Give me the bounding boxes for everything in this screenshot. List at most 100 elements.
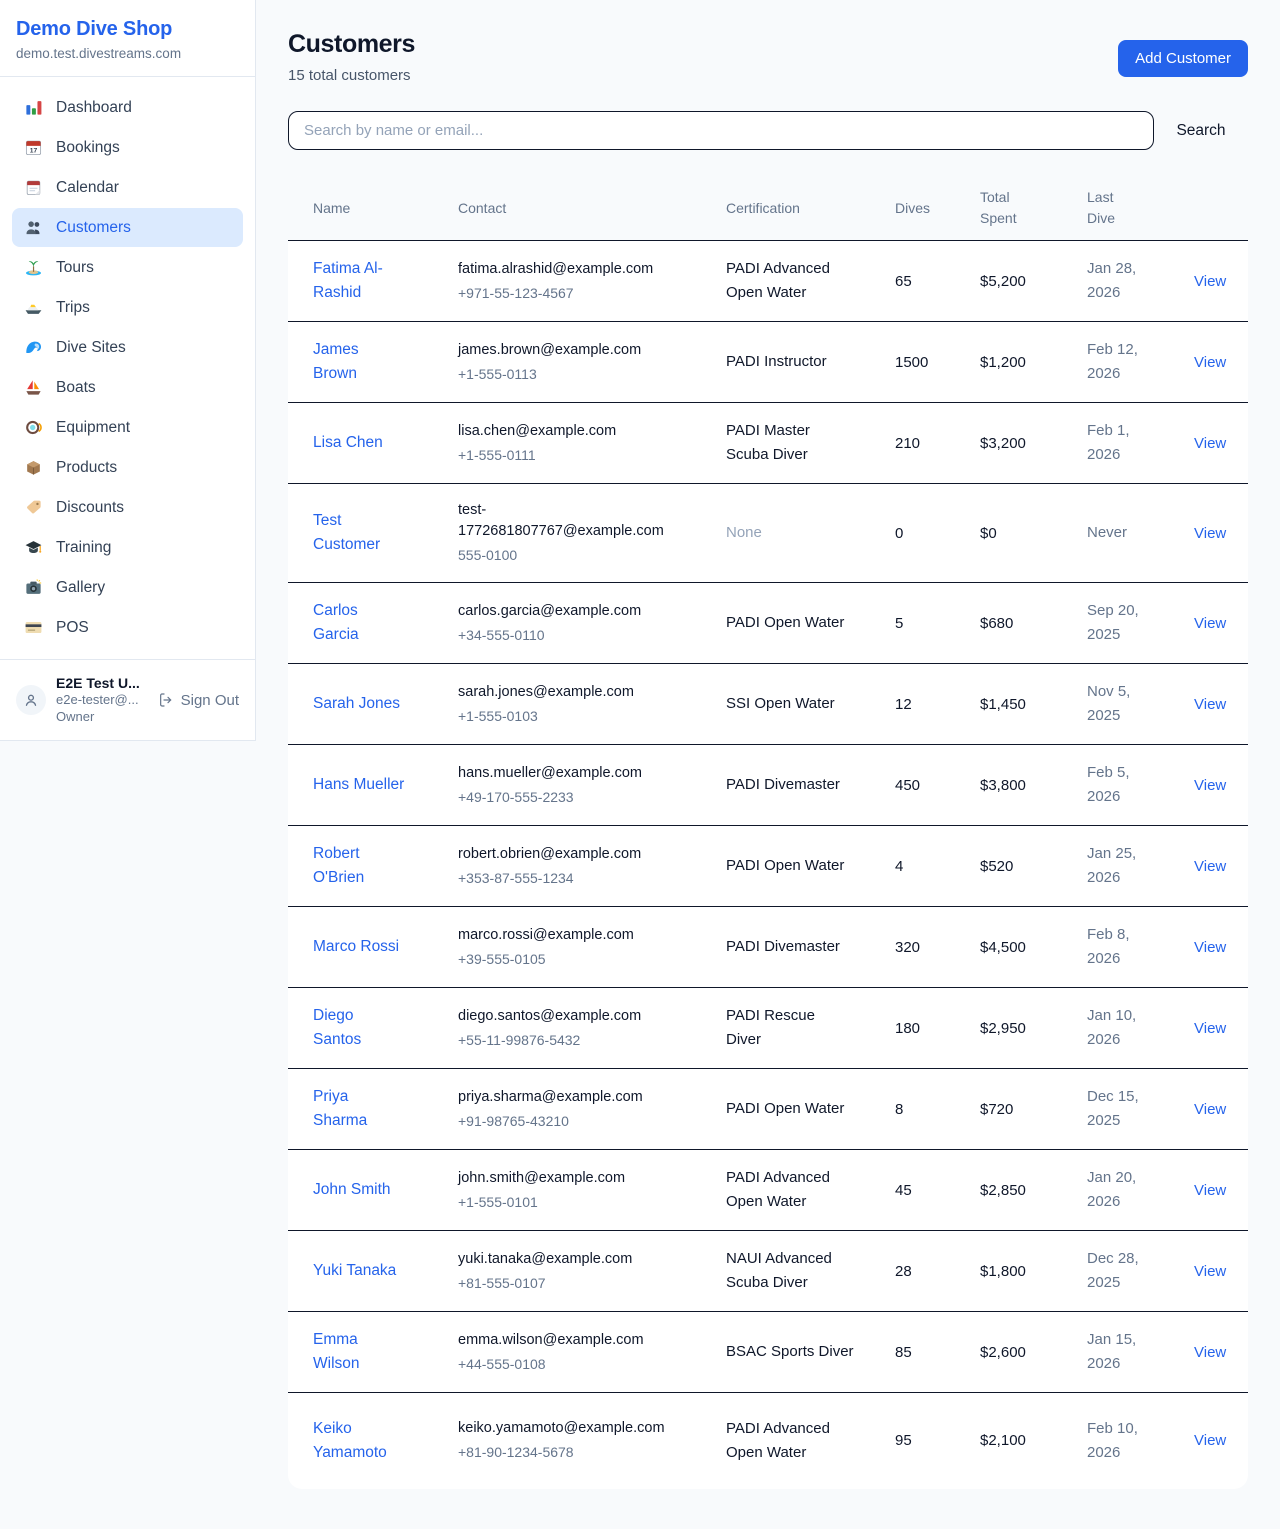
view-link[interactable]: View (1194, 939, 1226, 956)
view-link[interactable]: View (1194, 696, 1226, 713)
sidebar-item-dashboard[interactable]: Dashboard (12, 88, 243, 127)
customer-last-dive: Jan 28, 2026 (1087, 257, 1149, 305)
main-content: Customers 15 total customers Add Custome… (256, 0, 1280, 1529)
people-icon (24, 218, 43, 237)
sidebar-item-trips[interactable]: Trips (12, 288, 243, 327)
cell-total-spent: $0 (980, 484, 1087, 583)
customer-phone: +1-555-0111 (458, 445, 718, 466)
sidebar-item-gallery[interactable]: Gallery (12, 568, 243, 607)
cell-dives: 1500 (895, 322, 980, 403)
sidebar-item-pos[interactable]: POS (12, 608, 243, 647)
customer-name-link[interactable]: Sarah Jones (313, 692, 400, 716)
customer-phone: +44-555-0108 (458, 1354, 718, 1375)
cell-name: Carlos Garcia (288, 583, 458, 664)
cell-name: James Brown (288, 322, 458, 403)
customer-phone: 555-0100 (458, 545, 718, 566)
customer-email: carlos.garcia@example.com (458, 601, 673, 622)
cell-name: Test Customer (288, 484, 458, 583)
sidebar-item-discounts[interactable]: Discounts (12, 488, 243, 527)
view-link[interactable]: View (1194, 1432, 1226, 1449)
customer-name-link[interactable]: Carlos Garcia (313, 599, 405, 647)
cell-last-dive: Sep 20, 2025 (1087, 583, 1194, 664)
shop-name: Demo Dive Shop (16, 18, 239, 41)
sidebar-item-equipment[interactable]: Equipment (12, 408, 243, 447)
column-header-dives: Dives (895, 176, 980, 241)
view-link[interactable]: View (1194, 1263, 1226, 1280)
cell-certification: PADI Advanced Open Water (726, 1393, 895, 1489)
customer-last-dive: Feb 5, 2026 (1087, 761, 1149, 809)
cell-view: View (1194, 826, 1248, 907)
bar-chart-icon (24, 98, 43, 117)
view-link[interactable]: View (1194, 777, 1226, 794)
sidebar: Demo Dive Shop demo.test.divestreams.com… (0, 0, 256, 741)
view-link[interactable]: View (1194, 1182, 1226, 1199)
table-row: Lisa Chenlisa.chen@example.com+1-555-011… (288, 403, 1248, 484)
sidebar-item-dive-sites[interactable]: Dive Sites (12, 328, 243, 367)
calendar-date-icon: 17 (24, 138, 43, 157)
cell-dives: 85 (895, 1312, 980, 1393)
cell-contact: priya.sharma@example.com+91-98765-43210 (458, 1069, 726, 1150)
sidebar-item-products[interactable]: Products (12, 448, 243, 487)
table-row: Robert O'Brienrobert.obrien@example.com+… (288, 826, 1248, 907)
sidebar-item-label: POS (56, 619, 89, 637)
sign-out-button[interactable]: Sign Out (158, 692, 239, 709)
cell-last-dive: Feb 10, 2026 (1087, 1393, 1194, 1489)
view-link[interactable]: View (1194, 435, 1226, 452)
customer-phone: +353-87-555-1234 (458, 868, 718, 889)
customer-name-link[interactable]: Diego Santos (313, 1004, 405, 1052)
customer-last-dive: Nov 5, 2025 (1087, 680, 1149, 728)
view-link[interactable]: View (1194, 354, 1226, 371)
cell-view: View (1194, 583, 1248, 664)
customer-name-link[interactable]: Lisa Chen (313, 431, 383, 455)
sidebar-item-label: Gallery (56, 579, 105, 597)
customer-phone: +971-55-123-4567 (458, 283, 718, 304)
search-button[interactable]: Search (1154, 122, 1248, 140)
cell-certification: PADI Divemaster (726, 907, 895, 988)
cell-name: Emma Wilson (288, 1312, 458, 1393)
customer-name-link[interactable]: Marco Rossi (313, 935, 399, 959)
sidebar-item-tours[interactable]: Tours (12, 248, 243, 287)
customer-name-link[interactable]: Fatima Al-Rashid (313, 257, 405, 305)
customer-email: diego.santos@example.com (458, 1006, 673, 1027)
customer-certification: BSAC Sports Diver (726, 1340, 854, 1364)
customer-name-link[interactable]: Yuki Tanaka (313, 1259, 396, 1283)
view-link[interactable]: View (1194, 1344, 1226, 1361)
avatar (16, 685, 46, 715)
cell-name: Marco Rossi (288, 907, 458, 988)
sailboat-icon (24, 378, 43, 397)
camera-icon (24, 578, 43, 597)
view-link[interactable]: View (1194, 525, 1226, 542)
cell-view: View (1194, 988, 1248, 1069)
customer-certification: PADI Open Water (726, 1097, 844, 1121)
sidebar-item-training[interactable]: Training (12, 528, 243, 567)
customer-name-link[interactable]: Keiko Yamamoto (313, 1417, 405, 1465)
customer-name-link[interactable]: Emma Wilson (313, 1328, 405, 1376)
customer-name-link[interactable]: Priya Sharma (313, 1085, 405, 1133)
add-customer-button[interactable]: Add Customer (1118, 40, 1248, 77)
sidebar-item-label: Equipment (56, 419, 130, 437)
customer-name-link[interactable]: Hans Mueller (313, 773, 404, 797)
cell-last-dive: Jan 20, 2026 (1087, 1150, 1194, 1231)
view-link[interactable]: View (1194, 273, 1226, 290)
customer-name-link[interactable]: Test Customer (313, 509, 405, 557)
customer-name-link[interactable]: James Brown (313, 338, 405, 386)
cell-name: Diego Santos (288, 988, 458, 1069)
cell-total-spent: $520 (980, 826, 1087, 907)
cell-dives: 180 (895, 988, 980, 1069)
search-input[interactable] (288, 111, 1154, 150)
sidebar-item-boats[interactable]: Boats (12, 368, 243, 407)
customer-phone: +34-555-0110 (458, 625, 718, 646)
sidebar-item-customers[interactable]: Customers (12, 208, 243, 247)
view-link[interactable]: View (1194, 1020, 1226, 1037)
customer-name-link[interactable]: John Smith (313, 1178, 391, 1202)
view-link[interactable]: View (1194, 1101, 1226, 1118)
sidebar-item-bookings[interactable]: 17Bookings (12, 128, 243, 167)
cell-name: Keiko Yamamoto (288, 1393, 458, 1489)
sidebar-item-calendar[interactable]: Calendar (12, 168, 243, 207)
customer-name-link[interactable]: Robert O'Brien (313, 842, 405, 890)
cell-total-spent: $720 (980, 1069, 1087, 1150)
view-link[interactable]: View (1194, 858, 1226, 875)
cell-certification: NAUI Advanced Scuba Diver (726, 1231, 895, 1312)
shop-domain: demo.test.divestreams.com (16, 46, 239, 61)
view-link[interactable]: View (1194, 615, 1226, 632)
